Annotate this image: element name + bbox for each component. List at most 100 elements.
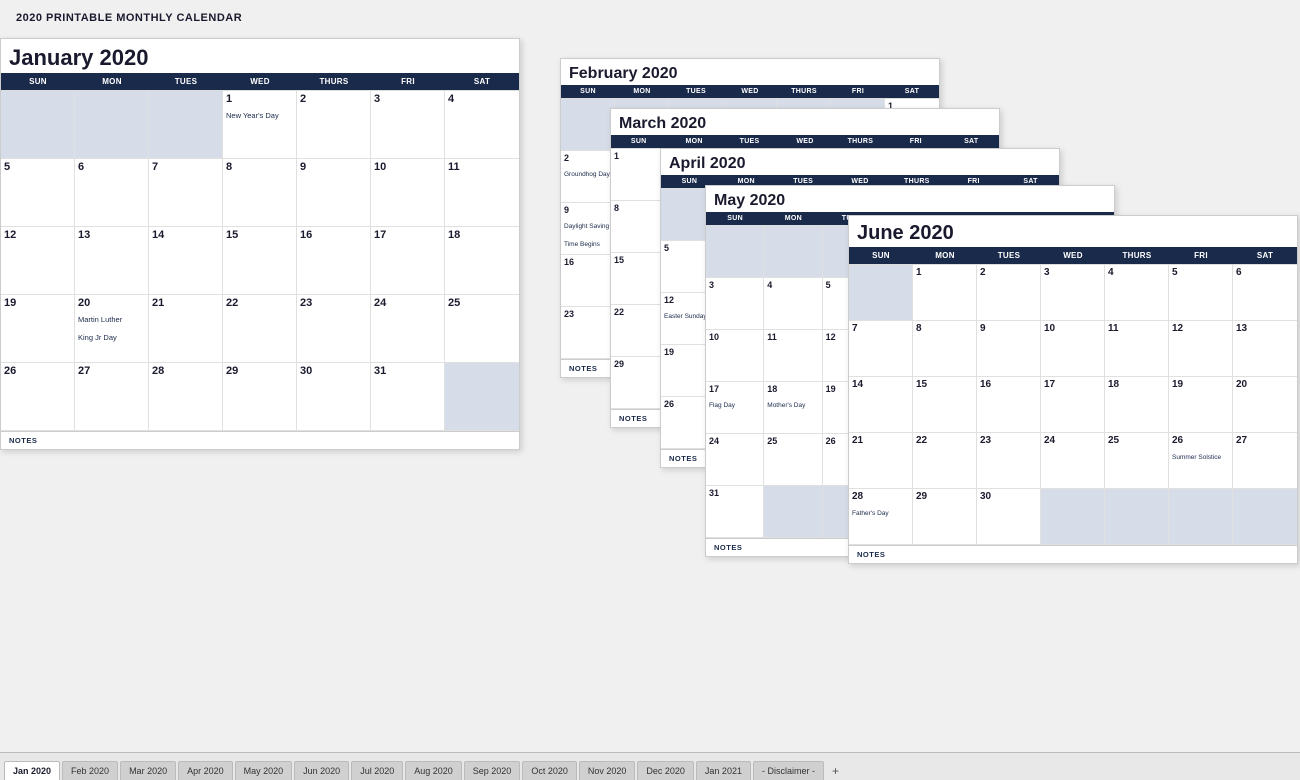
- january-notes: NOTES: [1, 431, 519, 449]
- table-row: 9Daylight SavingTime Begins: [561, 203, 615, 255]
- table-row: 3: [706, 278, 764, 330]
- table-row: [706, 226, 764, 278]
- table-row: 11: [1105, 321, 1169, 377]
- may-title: May 2020: [706, 186, 1114, 212]
- table-row: 4: [1105, 265, 1169, 321]
- tab-aug-2020[interactable]: Aug 2020: [405, 761, 462, 780]
- tab-sep-2020[interactable]: Sep 2020: [464, 761, 521, 780]
- table-row: 15: [913, 377, 977, 433]
- march-title: March 2020: [611, 109, 999, 135]
- tab-jan-2020[interactable]: Jan 2020: [4, 761, 60, 780]
- header-tues: TUES: [149, 73, 223, 90]
- table-row: 13: [75, 227, 149, 295]
- table-row: 15: [611, 253, 666, 305]
- tab-feb-2020[interactable]: Feb 2020: [62, 761, 118, 780]
- header-fri: FRI: [371, 73, 445, 90]
- table-row: [561, 99, 615, 151]
- tab-nov-2020[interactable]: Nov 2020: [579, 761, 636, 780]
- tab-jan-2021[interactable]: Jan 2021: [696, 761, 751, 780]
- table-row: 23: [297, 295, 371, 363]
- header-sat: SAT: [445, 73, 519, 90]
- table-row: 3: [1041, 265, 1105, 321]
- table-row: 26Summer Solstice: [1169, 433, 1233, 489]
- table-row: 12: [1, 227, 75, 295]
- tab-may-2020[interactable]: May 2020: [235, 761, 293, 780]
- table-row: 2: [977, 265, 1041, 321]
- march-header: SUN MON TUES WED THURS FRI SAT: [611, 135, 999, 148]
- table-row: 9: [977, 321, 1041, 377]
- june-grid: 1 2 3 4 5 6 7 8 9 10 11 12 13 14 15 16 1…: [849, 264, 1297, 545]
- tab-jun-2020[interactable]: Jun 2020: [294, 761, 349, 780]
- table-row: 25: [1105, 433, 1169, 489]
- table-row: [764, 226, 822, 278]
- table-row: 30: [977, 489, 1041, 545]
- table-row: 21: [149, 295, 223, 363]
- header-thurs: THURS: [297, 73, 371, 90]
- tab-oct-2020[interactable]: Oct 2020: [522, 761, 577, 780]
- table-row: 29: [223, 363, 297, 431]
- table-row: 4: [445, 91, 519, 159]
- table-row: 19: [1169, 377, 1233, 433]
- february-title: February 2020: [561, 59, 939, 85]
- table-row: 25: [445, 295, 519, 363]
- table-row: [445, 363, 519, 431]
- table-row: 15: [223, 227, 297, 295]
- table-row: 11: [445, 159, 519, 227]
- table-row: [764, 486, 822, 538]
- table-row: 24: [371, 295, 445, 363]
- table-row: 17Flag Day: [706, 382, 764, 434]
- table-row: 28: [149, 363, 223, 431]
- table-row: 18: [445, 227, 519, 295]
- table-row: 11: [764, 330, 822, 382]
- table-row: 16: [977, 377, 1041, 433]
- tab-add-button[interactable]: +: [826, 762, 845, 780]
- table-row: 2: [297, 91, 371, 159]
- january-calendar: January 2020 SUN MON TUES WED THURS FRI …: [0, 38, 520, 450]
- table-row: 2Groundhog Day: [561, 151, 615, 203]
- table-row: 7: [149, 159, 223, 227]
- table-row: 24: [706, 434, 764, 486]
- table-row: 8: [611, 201, 666, 253]
- table-row: 10: [1041, 321, 1105, 377]
- table-row: 7: [849, 321, 913, 377]
- table-row: 30: [297, 363, 371, 431]
- table-row: 17: [371, 227, 445, 295]
- table-row: 22: [913, 433, 977, 489]
- table-row: 1New Year's Day: [223, 91, 297, 159]
- table-row: 22: [223, 295, 297, 363]
- table-row: [1, 91, 75, 159]
- january-title: January 2020: [1, 39, 519, 73]
- table-row: 10: [371, 159, 445, 227]
- tab-dec-2020[interactable]: Dec 2020: [637, 761, 694, 780]
- tab-apr-2020[interactable]: Apr 2020: [178, 761, 233, 780]
- june-title: June 2020: [849, 216, 1297, 247]
- table-row: 5: [1, 159, 75, 227]
- table-row: 6: [1233, 265, 1297, 321]
- tab-mar-2020[interactable]: Mar 2020: [120, 761, 176, 780]
- june-header: SUN MON TUES WED THURS FRI SAT: [849, 247, 1297, 264]
- table-row: [1169, 489, 1233, 545]
- table-row: 31: [371, 363, 445, 431]
- january-header: SUN MON TUES WED THURS FRI SAT: [1, 73, 519, 90]
- table-row: 1: [611, 149, 666, 201]
- table-row: 29: [913, 489, 977, 545]
- table-row: 25: [764, 434, 822, 486]
- table-row: 18: [1105, 377, 1169, 433]
- table-row: 16: [561, 255, 615, 307]
- table-row: [1105, 489, 1169, 545]
- table-row: 5: [1169, 265, 1233, 321]
- main-area: 2020 PRINTABLE MONTHLY CALENDAR January …: [0, 0, 1300, 740]
- table-row: [149, 91, 223, 159]
- table-row: 10: [706, 330, 764, 382]
- header-wed: WED: [223, 73, 297, 90]
- table-row: 4: [764, 278, 822, 330]
- table-row: 23: [561, 307, 615, 359]
- table-row: 6: [75, 159, 149, 227]
- tab-disclaimer[interactable]: - Disclaimer -: [753, 761, 824, 780]
- table-row: 24: [1041, 433, 1105, 489]
- table-row: 13: [1233, 321, 1297, 377]
- tab-jul-2020[interactable]: Jul 2020: [351, 761, 403, 780]
- table-row: 29: [611, 357, 666, 409]
- table-row: 31: [706, 486, 764, 538]
- table-row: 8: [913, 321, 977, 377]
